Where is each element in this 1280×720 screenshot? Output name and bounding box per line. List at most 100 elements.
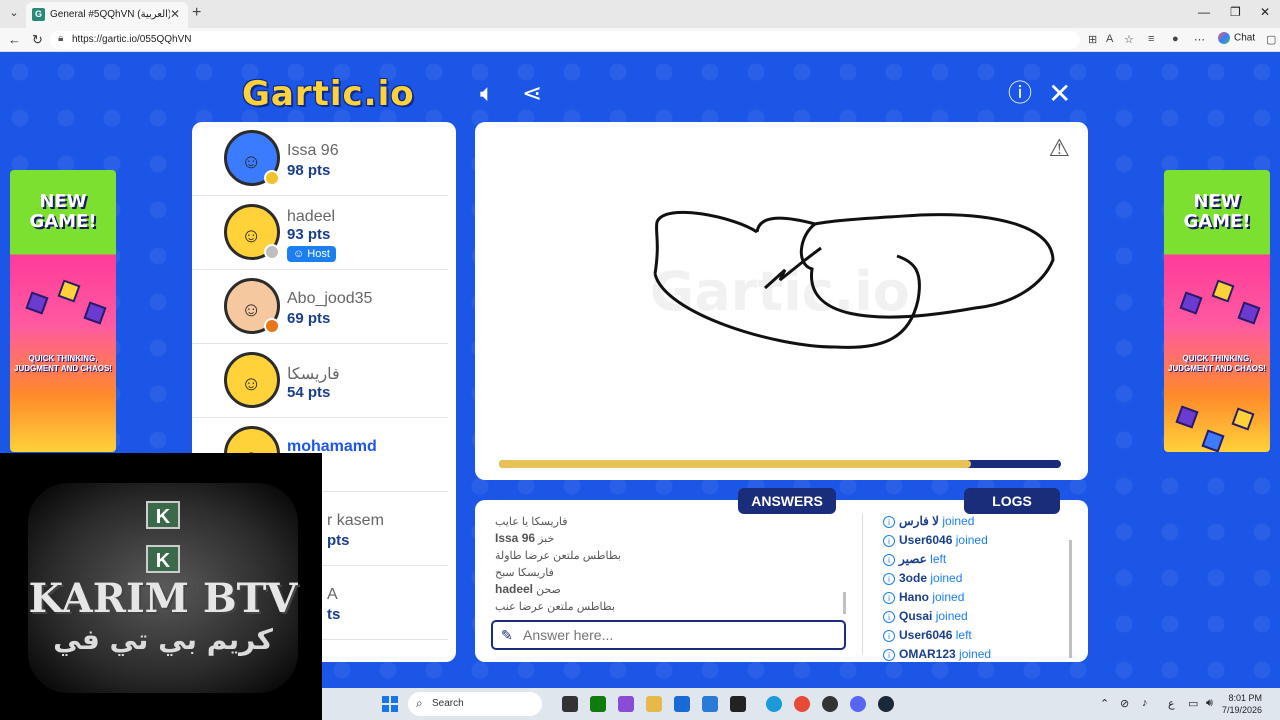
answer-input[interactable] (523, 626, 833, 644)
player-name: hadeel (287, 208, 336, 225)
warning-triangle-icon[interactable]: ⚠ (1048, 134, 1070, 163)
answers-scrollbar[interactable] (843, 592, 846, 614)
info-icon: i (883, 553, 895, 566)
log-user: User6046 (899, 628, 953, 642)
microphone-icon[interactable]: ♪ (1142, 697, 1148, 709)
more-icon[interactable]: ⋯ (1194, 33, 1205, 46)
steam-icon[interactable] (878, 696, 894, 712)
player-points: 98 pts (287, 162, 331, 179)
ad-gem-icon (57, 279, 81, 303)
log-user: لا فارس (899, 514, 940, 528)
edge-icon[interactable] (766, 696, 782, 712)
host-label: Host (307, 248, 330, 260)
log-user: عصير (899, 552, 927, 566)
close-tab-icon[interactable]: ✕ (170, 7, 180, 21)
player-row[interactable]: ☺ Abo_jood35 69 pts (192, 270, 448, 344)
answers-list: فاريسكا يا عايب Issa 96 خبز بطاطس ملتعن … (495, 514, 835, 616)
app-icon[interactable] (618, 696, 634, 712)
url-field[interactable]: 🔒︎ https://gartic.io/055QQhVN (50, 31, 1080, 49)
player-points: 54 pts (287, 384, 331, 401)
list-item: i User6046 joined (883, 533, 1073, 552)
list-item: i لا فارس joined (883, 514, 1073, 533)
lock-icon: 🔒︎ (58, 33, 64, 44)
answer-text: خبز (538, 533, 555, 545)
ad-tagline: QUICK THINKING, JUDGMENT AND CHAOS! (14, 354, 112, 373)
tray-chevron-icon[interactable]: ⌃ (1100, 697, 1109, 710)
log-user: Qusai (899, 609, 933, 623)
player-row[interactable]: ☺ hadeel 93 pts ☺ Host (192, 196, 448, 270)
apps-icon[interactable]: ⊞ (1088, 33, 1097, 46)
taskbar-search[interactable]: ⌕ Search (408, 692, 542, 716)
discord-icon[interactable] (850, 696, 866, 712)
exit-icon[interactable]: ✕ (1048, 80, 1071, 108)
network-icon[interactable]: ⊘ (1120, 697, 1129, 710)
tab-logs[interactable]: LOGS (964, 488, 1060, 514)
chat-label: Chat (1234, 32, 1256, 44)
language-indicator[interactable]: ع (1168, 697, 1175, 710)
refresh-icon[interactable]: ↻ (32, 32, 43, 48)
face-icon: ☺ (241, 373, 262, 395)
favorites-list-icon[interactable]: ≡ (1148, 33, 1154, 45)
log-action: joined (942, 514, 975, 528)
taskbar-clock[interactable]: 8:01 PM 7/19/2026 (1222, 692, 1262, 716)
drawing-strokes (653, 210, 1055, 349)
ad-gem-icon (1231, 407, 1255, 431)
pencil-icon: ✎ (501, 627, 513, 643)
share-icon[interactable]: ⋖ (522, 82, 542, 106)
player-row[interactable]: ☺ فاريسكا 54 pts (192, 344, 448, 418)
chrome-icon[interactable] (794, 696, 810, 712)
drawing-canvas[interactable]: Gartic.io ⚠ (475, 122, 1088, 480)
info-icon[interactable]: ⓘ (1008, 82, 1032, 106)
sound-icon[interactable]: 🔈︎ (480, 82, 494, 106)
volume-icon[interactable]: 🔊︎ (1206, 697, 1213, 710)
start-button[interactable] (382, 696, 398, 712)
restore-icon[interactable]: ❐ (1230, 5, 1241, 19)
answer-author: Issa 96 (495, 531, 536, 545)
streamer-logo-overlay: K K KARIM BTV كريم بي تي في (0, 453, 322, 720)
file-explorer-icon[interactable] (646, 696, 662, 712)
info-icon: i (883, 534, 895, 547)
browser-tab[interactable]: G General #5QQhVN (العربية) - Gartic ✕ (26, 2, 188, 28)
clock-date: 7/19/2026 (1222, 705, 1263, 715)
ad-headline: NEW GAME! (29, 191, 97, 232)
log-action: joined (955, 533, 988, 547)
answer-field[interactable]: ✎ (491, 620, 846, 650)
player-row[interactable]: ☺ Issa 96 98 pts (192, 122, 448, 196)
face-icon: ☺ (241, 225, 262, 247)
close-window-icon[interactable]: ✕ (1260, 5, 1270, 19)
logo-badge: K (146, 545, 180, 573)
info-icon: i (883, 629, 895, 642)
sidebar-toggle-icon[interactable]: ▢ (1266, 33, 1276, 46)
minimize-icon[interactable]: — (1198, 5, 1210, 19)
player-name: فاريسكا (287, 366, 340, 383)
tab-answers[interactable]: ANSWERS (738, 488, 836, 514)
left-ad-banner[interactable]: NEW GAME! QUICK THINKING, JUDGMENT AND C… (10, 170, 116, 452)
ad-headline: NEW GAME! (1183, 191, 1251, 232)
xbox-icon[interactable] (590, 696, 606, 712)
tab-actions-icon[interactable]: ⌄ (6, 6, 22, 22)
logs-scrollbar[interactable] (1069, 540, 1072, 658)
log-action: left (930, 552, 947, 566)
epic-games-icon[interactable] (730, 696, 746, 712)
list-item: فاريسكا يا عايب (495, 514, 835, 531)
display-icon[interactable]: ▭ (1188, 697, 1198, 710)
ad-gem-icon (1237, 301, 1261, 325)
task-view-icon[interactable] (562, 696, 578, 712)
copilot-chat-button[interactable]: Chat (1218, 32, 1255, 44)
mail-icon[interactable] (702, 696, 718, 712)
new-tab-icon[interactable]: + (192, 4, 201, 22)
ad-gem-icon (1175, 405, 1199, 429)
back-icon[interactable]: ← (8, 32, 21, 47)
player-name: A (327, 586, 338, 603)
log-action: joined (932, 590, 965, 604)
read-aloud-icon[interactable]: A (1106, 33, 1113, 45)
right-ad-banner[interactable]: NEW GAME! QUICK THINKING, JUDGMENT AND C… (1164, 170, 1270, 452)
answer-text: بطاطس ملتعن عرضا عنب (495, 601, 615, 613)
player-name: Abo_jood35 (287, 290, 373, 307)
ad-tagline: QUICK THINKING, JUDGMENT AND CHAOS! (1168, 354, 1266, 373)
obs-icon[interactable] (822, 696, 838, 712)
logo-title: KARIM BTV (28, 575, 298, 622)
profile-avatar-icon[interactable]: ● (1172, 33, 1179, 45)
store-icon[interactable] (674, 696, 690, 712)
favorite-star-icon[interactable]: ☆ (1124, 33, 1134, 46)
